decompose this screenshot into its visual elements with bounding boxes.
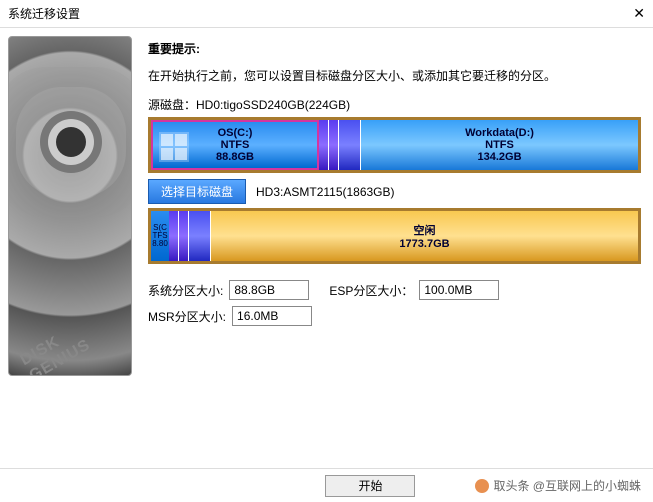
partition-target-os[interactable]: S(C TFS 8.80 <box>151 211 169 261</box>
msr-size-input[interactable] <box>232 306 312 326</box>
esp-size-input[interactable] <box>419 280 499 300</box>
content-panel: 重要提示: 在开始执行之前，您可以设置目标磁盘分区大小、或添加其它要迁移的分区。… <box>140 28 653 468</box>
partition-gap[interactable] <box>179 211 189 261</box>
partition-free[interactable]: 空闲 1773.7GB <box>211 211 638 261</box>
part-name: OS(C:) <box>218 127 253 139</box>
disk-illustration <box>8 36 132 376</box>
partition-os-c[interactable]: OS(C:) NTFS 88.8GB <box>151 120 319 170</box>
window-title: 系统迁移设置 <box>8 5 615 22</box>
close-icon[interactable]: ✕ <box>615 5 645 22</box>
partition-gap[interactable] <box>319 120 329 170</box>
main-area: 重要提示: 在开始执行之前，您可以设置目标磁盘分区大小、或添加其它要迁移的分区。… <box>0 28 653 468</box>
field-msr-size: MSR分区大小: <box>148 306 312 326</box>
label: ESP分区大小： <box>329 282 413 299</box>
titlebar: 系统迁移设置 ✕ <box>0 0 653 28</box>
partition-workdata-d[interactable]: Workdata(D:) NTFS 134.2GB <box>361 120 638 170</box>
part-fs: NTFS <box>485 139 514 151</box>
part-size: 88.8GB <box>216 151 254 163</box>
sys-size-input[interactable] <box>229 280 309 300</box>
avatar-icon <box>475 479 489 493</box>
size-fields: 系统分区大小: ESP分区大小： MSR分区大小: <box>148 280 641 326</box>
target-select-row: 选择目标磁盘 HD3:ASMT2115(1863GB) <box>148 179 641 204</box>
hint-text: 在开始执行之前，您可以设置目标磁盘分区大小、或添加其它要迁移的分区。 <box>148 67 641 84</box>
label: 系统分区大小: <box>148 282 223 299</box>
part-name: Workdata(D:) <box>465 127 534 139</box>
source-disk-label: 源磁盘：HD0:tigoSSD240GB(224GB) <box>148 96 641 113</box>
partition-gap[interactable] <box>169 211 179 261</box>
hint-title: 重要提示: <box>148 40 641 57</box>
target-disk-bar: S(C TFS 8.80 空闲 1773.7GB <box>148 208 641 264</box>
part-fs: NTFS <box>221 139 250 151</box>
footer: 开始 取头条 @互联网上的小蜘蛛 <box>0 468 653 502</box>
windows-icon <box>159 132 189 162</box>
field-esp-size: ESP分区大小： <box>329 280 499 300</box>
partition-gap[interactable] <box>339 120 361 170</box>
footer-credit: 取头条 @互联网上的小蜘蛛 <box>475 477 641 494</box>
label: MSR分区大小: <box>148 308 226 325</box>
partition-gap[interactable] <box>329 120 339 170</box>
part-size: 1773.7GB <box>399 238 449 250</box>
target-disk-label: HD3:ASMT2115(1863GB) <box>256 185 395 199</box>
field-sys-size: 系统分区大小: <box>148 280 309 300</box>
select-target-button[interactable]: 选择目标磁盘 <box>148 179 246 204</box>
sidebar <box>0 28 140 468</box>
partition-gap[interactable] <box>189 211 211 261</box>
part-size: 134.2GB <box>477 151 521 163</box>
part-name: 空闲 <box>414 222 436 238</box>
start-button[interactable]: 开始 <box>325 475 415 497</box>
source-disk-bar: OS(C:) NTFS 88.8GB Workdata(D:) NTFS 134… <box>148 117 641 173</box>
